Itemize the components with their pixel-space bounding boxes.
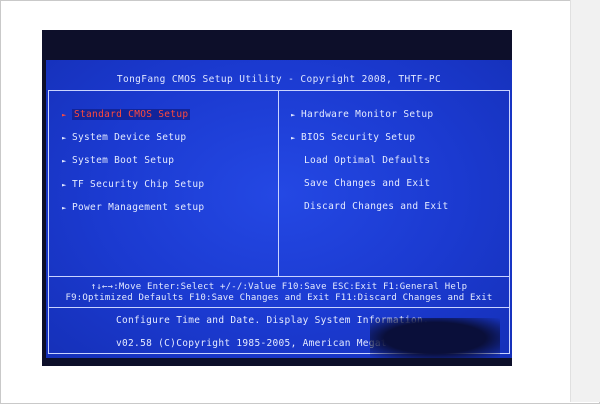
arrow-right-icon: ► xyxy=(62,134,67,142)
frame-left-line xyxy=(48,90,49,354)
menu-item-label: BIOS Security Setup xyxy=(301,132,416,143)
menu-item-label: Standard CMOS Setup xyxy=(72,109,191,120)
arrow-right-icon: ► xyxy=(62,111,67,119)
screen-glare xyxy=(370,318,500,358)
frame-column-divider xyxy=(278,90,279,276)
menu-item-label: Save Changes and Exit xyxy=(304,178,431,189)
menu-item-standard-cmos-setup[interactable]: ► Standard CMOS Setup xyxy=(62,108,191,122)
menu-item-discard-changes-and-exit[interactable]: Discard Changes and Exit xyxy=(304,200,448,214)
frame-right-line xyxy=(509,90,510,354)
page-edge-strip xyxy=(570,0,600,402)
arrow-right-icon: ► xyxy=(291,134,296,142)
menu-item-bios-security-setup[interactable]: ► BIOS Security Setup xyxy=(291,131,415,145)
menu-item-load-optimal-defaults[interactable]: Load Optimal Defaults xyxy=(304,154,430,168)
menu-item-hardware-monitor-setup[interactable]: ► Hardware Monitor Setup xyxy=(291,108,433,122)
frame-help-bottom-line xyxy=(48,307,510,308)
menu-item-label: Load Optimal Defaults xyxy=(304,155,431,166)
arrow-right-icon: ► xyxy=(291,111,296,119)
arrow-right-icon: ► xyxy=(62,181,67,189)
menu-item-power-management-setup[interactable]: ► Power Management setup xyxy=(62,201,204,215)
bios-copyright: v02.58 (C)Copyright 1985-2005, American … xyxy=(116,338,387,349)
frame-top-line xyxy=(48,90,510,91)
menu-item-label: Discard Changes and Exit xyxy=(304,201,449,212)
menu-item-label: Power Management setup xyxy=(72,202,205,213)
bios-title: TongFang CMOS Setup Utility - Copyright … xyxy=(116,74,442,85)
frame-help-top-line xyxy=(48,276,510,277)
menu-item-system-device-setup[interactable]: ► System Device Setup xyxy=(62,131,186,145)
menu-item-label: Hardware Monitor Setup xyxy=(301,109,434,120)
menu-item-label: TF Security Chip Setup xyxy=(72,179,205,190)
menu-item-tf-security-chip-setup[interactable]: ► TF Security Chip Setup xyxy=(62,178,204,192)
menu-item-system-boot-setup[interactable]: ► System Boot Setup xyxy=(62,154,174,168)
arrow-right-icon: ► xyxy=(62,204,67,212)
menu-item-label: System Device Setup xyxy=(72,132,187,143)
key-help-line-2: F9:Optimized Defaults F10:Save Changes a… xyxy=(65,293,493,303)
arrow-right-icon: ► xyxy=(62,157,67,165)
menu-item-save-changes-and-exit[interactable]: Save Changes and Exit xyxy=(304,177,430,191)
menu-item-label: System Boot Setup xyxy=(72,155,175,166)
